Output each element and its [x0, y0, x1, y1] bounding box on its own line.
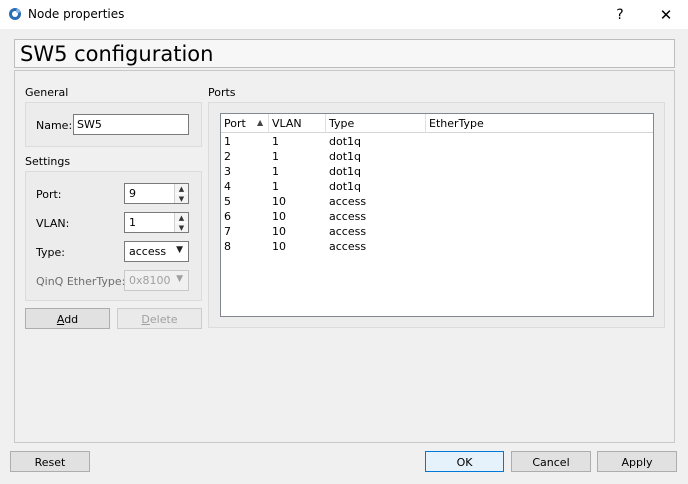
port-cell: 1: [224, 135, 231, 148]
column-header-type-label: Type: [329, 117, 355, 130]
port-spinbox[interactable]: 9 ▲ ▼: [124, 183, 189, 204]
vlan-cell: 10: [272, 210, 286, 223]
table-row[interactable]: 8 10 access: [221, 239, 653, 254]
column-header-type[interactable]: Type: [326, 114, 426, 133]
dropdown-arrow-icon: ▼: [176, 274, 183, 284]
spin-down-icon[interactable]: ▼: [175, 223, 188, 232]
column-header-vlan[interactable]: VLAN: [269, 114, 326, 133]
table-row[interactable]: 5 10 access: [221, 194, 653, 209]
table-row[interactable]: 7 10 access: [221, 224, 653, 239]
settings-group-label: Settings: [25, 155, 71, 168]
ok-button-label: OK: [456, 456, 473, 469]
apply-button[interactable]: Apply: [597, 451, 677, 472]
sort-ascending-icon: ▲: [257, 118, 264, 127]
vlan-cell: 1: [272, 180, 279, 193]
name-label: Name:: [36, 119, 73, 132]
spin-down-icon[interactable]: ▼: [175, 194, 188, 203]
qinq-ethertype-value: 0x8100: [129, 274, 171, 287]
cancel-button-label: Cancel: [532, 456, 570, 469]
port-cell: 3: [224, 165, 231, 178]
table-row[interactable]: 3 1 dot1q: [221, 164, 653, 179]
ok-button[interactable]: OK: [425, 451, 504, 472]
port-cell: 6: [224, 210, 231, 223]
delete-button-label: Delete: [141, 313, 178, 326]
port-label: Port:: [36, 188, 62, 201]
type-cell: access: [329, 225, 367, 238]
type-cell: dot1q: [329, 135, 362, 148]
general-group-label: General: [25, 86, 69, 99]
vlan-cell: 1: [272, 150, 279, 163]
column-header-ethertype[interactable]: EtherType: [426, 114, 653, 133]
column-header-port-label: Port: [224, 117, 246, 130]
type-cell: dot1q: [329, 150, 362, 163]
type-cell: access: [329, 240, 367, 253]
reset-button-label: Reset: [34, 456, 66, 469]
ports-group-label: Ports: [208, 86, 236, 99]
table-row[interactable]: 6 10 access: [221, 209, 653, 224]
dropdown-arrow-icon: ▼: [176, 245, 183, 255]
help-button[interactable]: ?: [598, 0, 642, 29]
spin-up-icon[interactable]: ▲: [175, 213, 188, 222]
apply-button-label: Apply: [621, 456, 653, 469]
qinq-ethertype-label: QinQ EtherType:: [36, 275, 126, 288]
type-cell: access: [329, 210, 367, 223]
port-cell: 5: [224, 195, 231, 208]
ports-table-header: Port ▲ VLAN Type EtherType: [221, 114, 653, 133]
port-cell: 8: [224, 240, 231, 253]
column-header-port[interactable]: Port ▲: [221, 114, 269, 133]
spin-up-icon[interactable]: ▲: [175, 184, 188, 193]
app-logo-icon: [9, 8, 21, 20]
type-cell: access: [329, 195, 367, 208]
table-row[interactable]: 4 1 dot1q: [221, 179, 653, 194]
vlan-cell: 10: [272, 240, 286, 253]
vlan-cell: 10: [272, 225, 286, 238]
table-row[interactable]: 2 1 dot1q: [221, 149, 653, 164]
vlan-label: VLAN:: [36, 217, 70, 230]
reset-button[interactable]: Reset: [10, 451, 90, 472]
page-title: SW5 configuration: [20, 42, 214, 66]
name-input[interactable]: SW5: [73, 114, 189, 135]
column-header-ethertype-label: EtherType: [429, 117, 484, 130]
type-label: Type:: [36, 246, 65, 259]
vlan-cell: 10: [272, 195, 286, 208]
close-button[interactable]: ✕: [644, 0, 688, 29]
vlan-value: 1: [129, 216, 136, 229]
vlan-cell: 1: [272, 135, 279, 148]
add-button[interactable]: Add: [25, 308, 110, 329]
vlan-cell: 1: [272, 165, 279, 178]
type-cell: dot1q: [329, 165, 362, 178]
port-spin-buttons[interactable]: ▲ ▼: [174, 184, 188, 203]
port-cell: 4: [224, 180, 231, 193]
header-frame: SW5 configuration: [14, 39, 675, 68]
window-title: Node properties: [28, 7, 125, 21]
add-button-label: Add: [56, 313, 79, 326]
port-value: 9: [129, 187, 136, 200]
port-cell: 2: [224, 150, 231, 163]
table-row[interactable]: 1 1 dot1q: [221, 134, 653, 149]
ports-table[interactable]: Port ▲ VLAN Type EtherType 1 1 dot1q 2 1…: [220, 113, 654, 317]
cancel-button[interactable]: Cancel: [511, 451, 591, 472]
help-icon: ?: [616, 6, 624, 23]
type-value: access: [129, 245, 167, 258]
type-select[interactable]: access ▼: [124, 241, 189, 262]
title-bar[interactable]: Node properties ? ✕: [0, 0, 688, 29]
delete-button: Delete: [117, 308, 202, 329]
column-header-vlan-label: VLAN: [272, 117, 302, 130]
vlan-spin-buttons[interactable]: ▲ ▼: [174, 213, 188, 232]
type-cell: dot1q: [329, 180, 362, 193]
close-icon: ✕: [659, 5, 673, 24]
qinq-ethertype-select: 0x8100 ▼: [124, 270, 189, 291]
port-cell: 7: [224, 225, 231, 238]
vlan-spinbox[interactable]: 1 ▲ ▼: [124, 212, 189, 233]
